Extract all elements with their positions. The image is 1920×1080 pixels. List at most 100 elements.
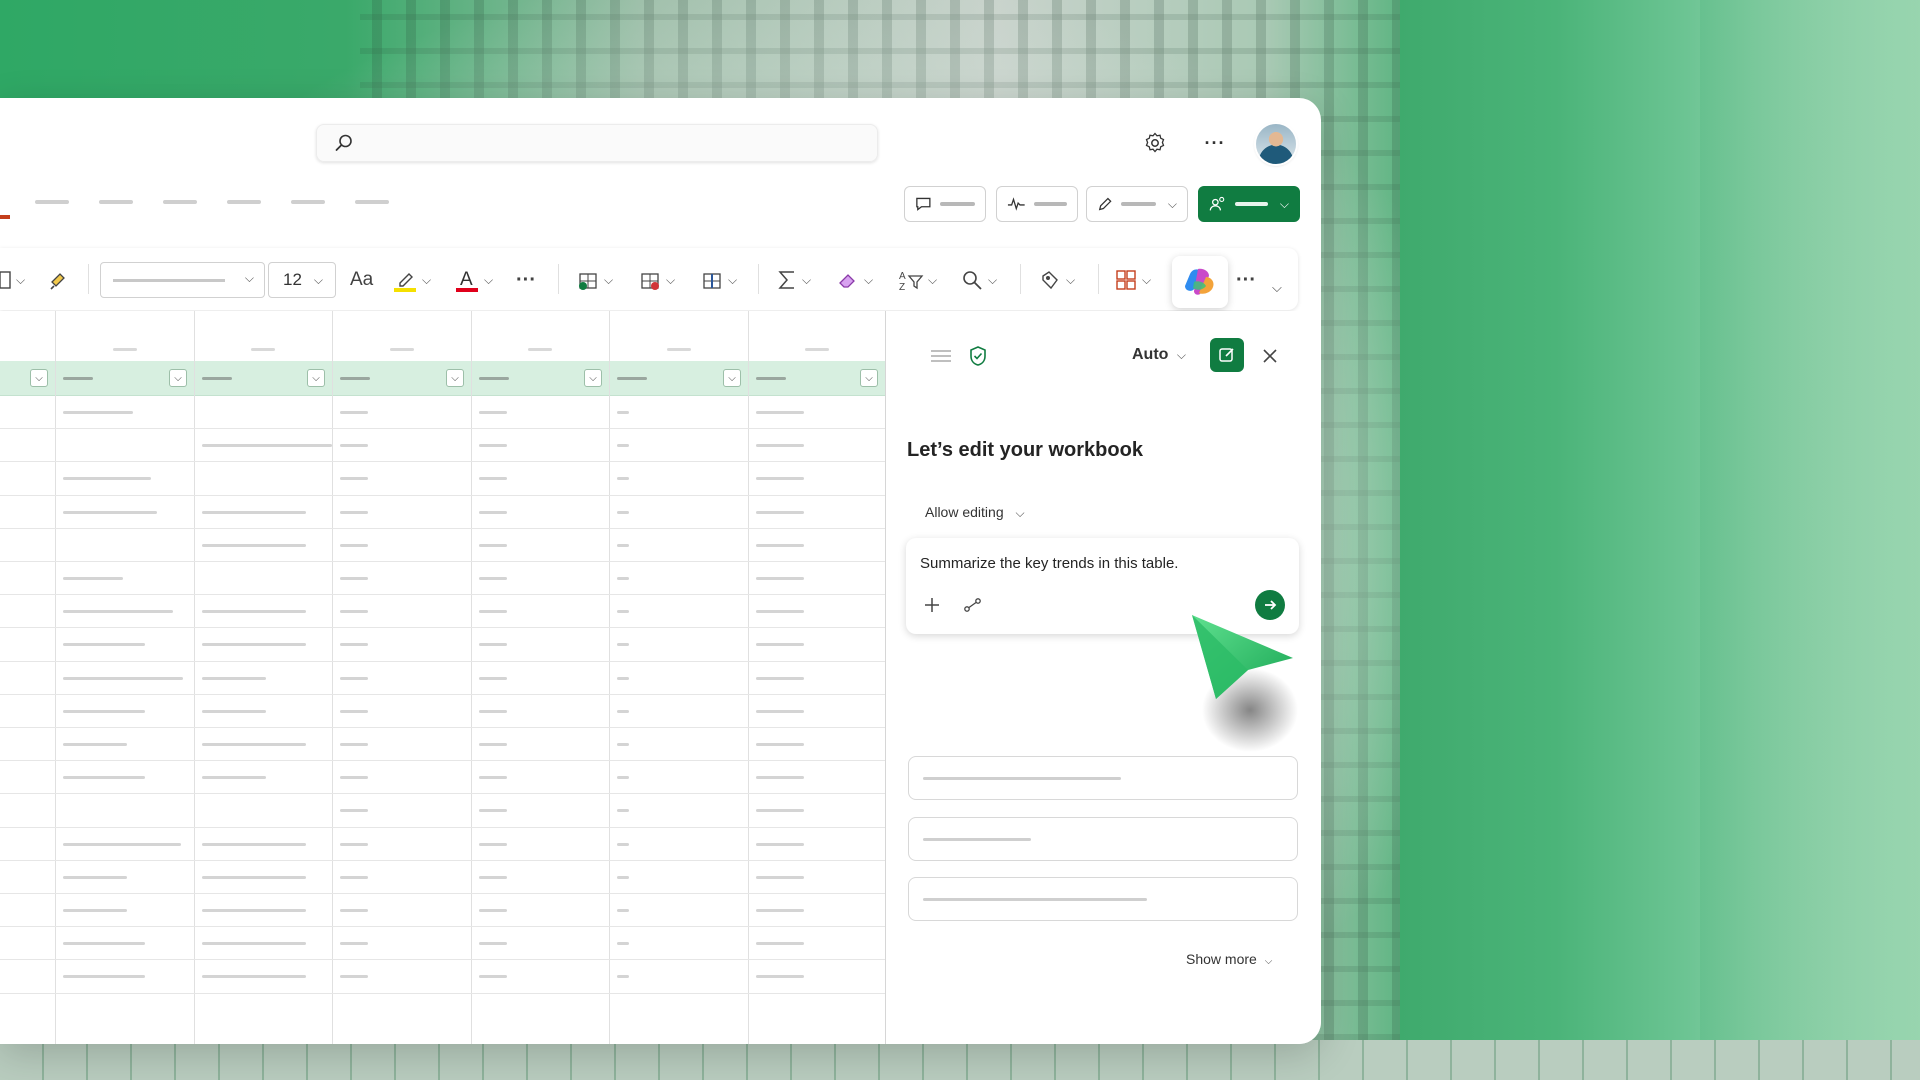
cell-placeholder <box>617 709 629 713</box>
more-ribbon-options-icon[interactable]: ··· <box>1236 266 1256 294</box>
cell-placeholder <box>617 875 629 879</box>
chevron-down-icon: ⌵ <box>313 272 324 287</box>
suggestion-card[interactable] <box>908 817 1298 861</box>
filter-dropdown-icon[interactable]: ⌵ <box>307 369 325 387</box>
more-font-options-icon[interactable]: ··· <box>516 266 536 294</box>
shield-check-icon[interactable] <box>968 345 988 367</box>
cell-placeholder <box>340 909 368 912</box>
cell-placeholder <box>617 610 629 614</box>
svg-text:A: A <box>460 269 473 290</box>
cell-placeholder <box>340 776 368 780</box>
column-divider <box>194 311 195 1044</box>
cell-placeholder <box>617 444 629 448</box>
cell-placeholder <box>63 942 145 946</box>
cell-placeholder <box>479 411 507 414</box>
filter-dropdown-icon[interactable]: ⌵ <box>723 369 741 387</box>
paintbrush-icon <box>50 273 65 290</box>
filter-dropdown-icon[interactable]: ⌵ <box>446 369 464 387</box>
tab-draw[interactable] <box>163 200 197 204</box>
clear-button[interactable]: ⌵ <box>836 266 873 294</box>
show-more-button[interactable]: Show more ⌵ <box>1186 951 1272 967</box>
paste-button[interactable]: ⌵ <box>0 266 25 294</box>
cell-placeholder <box>340 809 368 813</box>
cell-placeholder <box>63 842 181 846</box>
collapse-ribbon-chevron-icon[interactable]: ⌵ <box>1272 274 1282 302</box>
spreadsheet-grid[interactable]: ⌵ ⌵ ⌵ ⌵ ⌵ ⌵ ⌵ <box>0 311 886 1044</box>
row-divider <box>0 727 885 728</box>
cell-placeholder <box>756 676 804 680</box>
delete-cells-button[interactable]: ⌵ <box>638 266 675 294</box>
format-cells-button[interactable]: ⌵ <box>700 266 737 294</box>
sensitivity-button[interactable]: ⌵ <box>1038 266 1075 294</box>
suggestion-card[interactable] <box>908 877 1298 921</box>
cell-placeholder <box>756 411 804 414</box>
column-letter-placeholder <box>112 348 137 351</box>
share-button[interactable]: ⌵ <box>1198 186 1300 222</box>
tab-page-layout[interactable] <box>227 200 261 204</box>
tab-home[interactable] <box>35 200 69 204</box>
change-case-button[interactable]: Aa <box>350 266 373 294</box>
filter-dropdown-icon[interactable]: ⌵ <box>860 369 878 387</box>
font-family-select[interactable]: ⌵ <box>100 262 265 298</box>
comments-button[interactable] <box>904 186 986 222</box>
add-ins-grid-icon <box>1116 270 1136 290</box>
mode-dropdown[interactable]: Auto ⌵ <box>1132 346 1186 364</box>
tab-formulas[interactable] <box>291 200 325 204</box>
cell-placeholder <box>202 776 266 780</box>
sort-filter-icon: AZ <box>899 271 924 292</box>
allow-editing-dropdown[interactable]: Allow editing ⌵ <box>925 504 1025 521</box>
sort-filter-button[interactable]: A Z ⌵ <box>898 266 937 294</box>
cell-placeholder <box>617 411 629 414</box>
settings-gear-icon[interactable] <box>1142 130 1168 156</box>
column-letter-placeholder <box>389 348 414 351</box>
cell-placeholder <box>756 610 804 614</box>
highlight-color-button[interactable]: ⌵ <box>392 266 431 294</box>
cell-placeholder <box>479 909 507 912</box>
prompt-tools-icon[interactable] <box>963 597 983 613</box>
add-ins-button[interactable]: ⌵ <box>1114 266 1151 294</box>
column-divider <box>55 311 56 1044</box>
filter-dropdown-icon[interactable]: ⌵ <box>584 369 602 387</box>
clipboard-icon <box>0 271 11 289</box>
filter-dropdown-icon[interactable]: ⌵ <box>30 369 48 387</box>
copilot-button[interactable] <box>1172 256 1228 308</box>
column-letter-placeholder <box>804 348 829 351</box>
row-divider <box>0 494 885 496</box>
cell-placeholder <box>617 975 629 979</box>
row-divider <box>0 428 885 430</box>
format-painter-button[interactable] <box>48 266 72 294</box>
avatar[interactable] <box>1256 124 1296 164</box>
table-header-row <box>0 361 885 396</box>
tab-insert[interactable] <box>99 200 133 204</box>
font-color-button[interactable]: A ⌵ <box>454 266 493 294</box>
cell-placeholder <box>617 809 629 813</box>
cell-placeholder <box>756 942 804 946</box>
cell-placeholder <box>63 709 145 713</box>
font-size-select[interactable]: 12 ⌵ <box>268 262 336 298</box>
row-divider <box>0 461 885 463</box>
search-box[interactable] <box>316 124 878 162</box>
cell-placeholder <box>756 577 804 580</box>
hamburger-menu-icon[interactable] <box>931 348 951 364</box>
cell-placeholder <box>63 676 183 680</box>
column-letter-placeholder <box>528 348 552 351</box>
filter-dropdown-icon[interactable]: ⌵ <box>169 369 187 387</box>
new-chat-button[interactable] <box>1210 338 1244 372</box>
autosum-button[interactable]: ⌵ <box>776 266 811 294</box>
row-divider <box>0 693 885 695</box>
plus-icon[interactable] <box>923 596 941 614</box>
find-select-button[interactable]: ⌵ <box>960 266 997 294</box>
insert-cells-button[interactable]: ⌵ <box>576 266 613 294</box>
cell-placeholder <box>479 577 507 580</box>
more-options-icon[interactable]: ··· <box>1202 130 1228 156</box>
tab-data[interactable] <box>355 200 389 204</box>
row-divider <box>0 793 885 795</box>
cell-placeholder <box>202 709 266 713</box>
cell-placeholder <box>479 743 507 746</box>
background-paper-edge <box>1700 0 1920 1080</box>
catch-up-button[interactable] <box>996 186 1078 222</box>
close-icon[interactable] <box>1262 348 1278 364</box>
suggestion-card[interactable] <box>908 756 1298 800</box>
editing-mode-button[interactable]: ⌵ <box>1086 186 1188 222</box>
format-cells-icon <box>703 273 721 289</box>
